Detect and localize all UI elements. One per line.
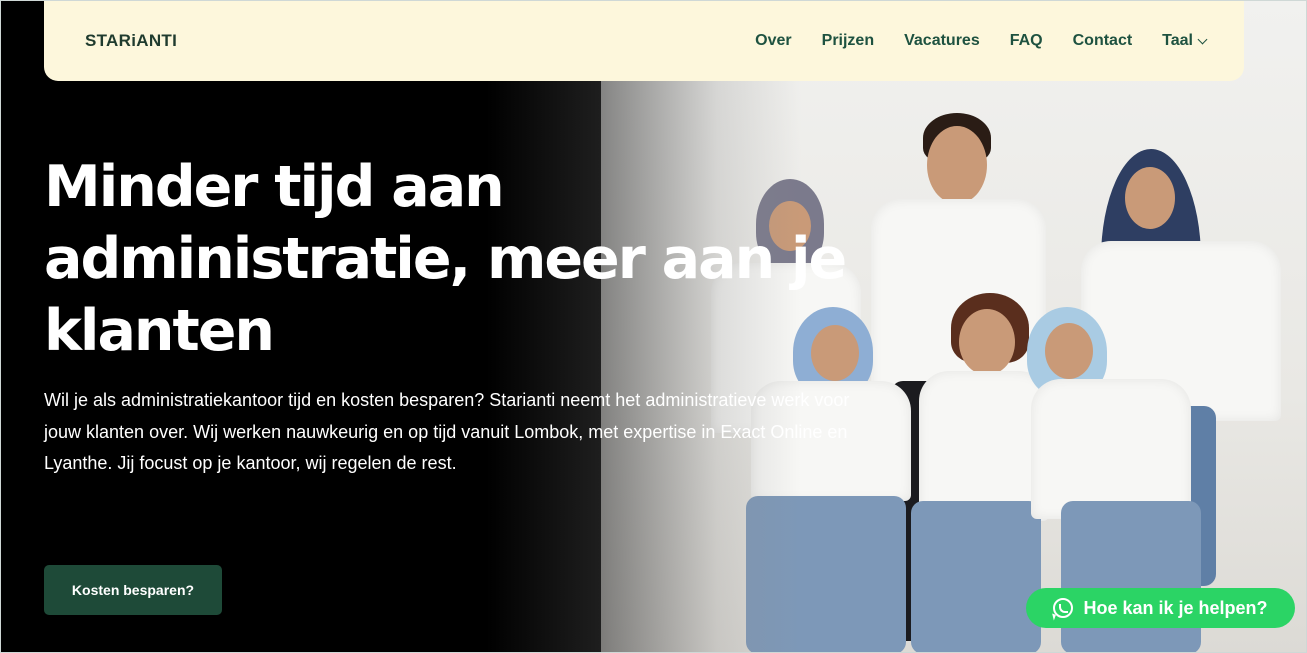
chevron-down-icon <box>1197 34 1208 44</box>
whatsapp-chat-button[interactable]: Hoe kan ik je helpen? <box>1026 588 1295 628</box>
cost-saving-button[interactable]: Kosten besparen? <box>44 565 222 615</box>
site-header: STARiANTI Over Prijzen Vacatures FAQ Con… <box>44 1 1244 81</box>
nav-link-contact[interactable]: Contact <box>1073 32 1133 50</box>
whatsapp-chat-label: Hoe kan ik je helpen? <box>1083 597 1268 618</box>
page: STARiANTI Over Prijzen Vacatures FAQ Con… <box>0 0 1307 653</box>
hero-description: Wil je als administratiekantoor tijd en … <box>44 390 850 473</box>
hero-title: Minder tijd aan administratie, meer aan … <box>44 154 847 364</box>
nav-link-prijzen[interactable]: Prijzen <box>822 32 874 50</box>
language-dropdown[interactable]: Taal <box>1162 32 1208 50</box>
nav-link-over[interactable]: Over <box>755 32 791 50</box>
nav-link-faq[interactable]: FAQ <box>1010 32 1043 50</box>
main-nav: Over Prijzen Vacatures FAQ Contact Taal <box>755 32 1208 50</box>
nav-link-vacatures[interactable]: Vacatures <box>904 32 980 50</box>
language-label: Taal <box>1162 32 1193 49</box>
whatsapp-icon <box>1053 598 1074 618</box>
brand-logo[interactable]: STARiANTI <box>85 31 177 51</box>
